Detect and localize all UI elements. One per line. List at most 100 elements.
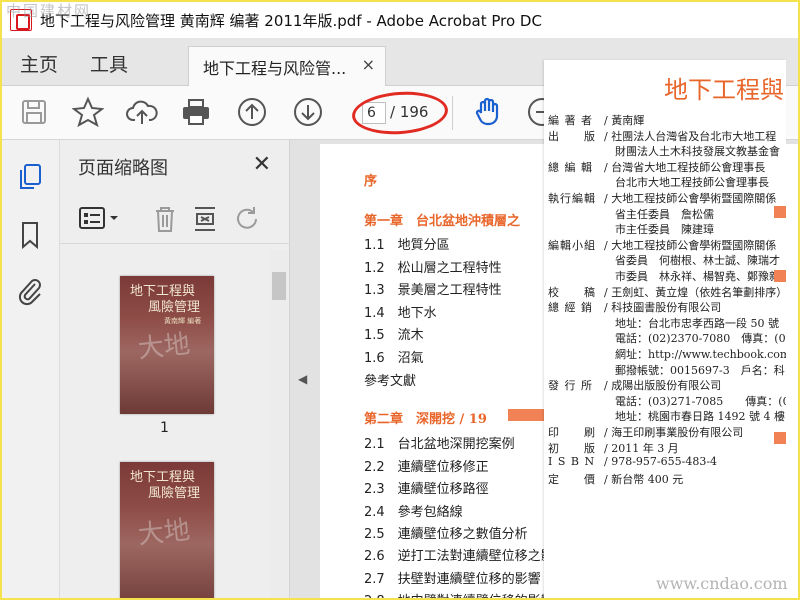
toc-preface: 序 bbox=[364, 174, 378, 189]
copyright-value: 郵撥帳號：0015697-3 戶名：科 bbox=[604, 363, 785, 377]
copyright-value: / 新台幣 400 元 bbox=[604, 472, 684, 486]
copyright-key: 編 著 者 bbox=[548, 114, 593, 127]
app-window: 地下工程与风险管理 黄南辉 编著 2011年版.pdf - Adobe Acro… bbox=[0, 0, 800, 600]
copyright-value: 台北市大地工程技師公會理事長 bbox=[604, 176, 769, 190]
edge-marker bbox=[774, 206, 786, 218]
nav-tools[interactable]: 工具 bbox=[90, 50, 128, 77]
copyright-row: 省主任委員 詹松儒 bbox=[548, 206, 714, 222]
toc-item: 1.5 流木 bbox=[364, 328, 424, 343]
thumbnail-options-icon[interactable] bbox=[78, 206, 122, 232]
copyright-value: / 社團法人台灣省及台北市大地工程 bbox=[604, 129, 777, 143]
hand-tool-icon[interactable] bbox=[472, 96, 504, 128]
copyright-value: 市主任委員 陳建璋 bbox=[604, 223, 714, 237]
copyright-row: 出 版 / 社團法人台灣省及台北市大地工程 bbox=[548, 128, 776, 144]
document-tab[interactable]: 地下工程与风险管... × bbox=[188, 46, 386, 86]
bookmarks-icon[interactable] bbox=[16, 220, 44, 250]
copyright-row: 電話：(02)2370-7080 傳真：(02) bbox=[548, 330, 786, 346]
acrobat-icon bbox=[10, 9, 32, 31]
copyright-value: 電話：(03)271-7085 傳真：(03) bbox=[604, 394, 786, 408]
copyright-row: 電話：(03)271-7085 傳真：(03) bbox=[548, 393, 786, 409]
title-bar: 地下工程与风险管理 黄南辉 编著 2011年版.pdf - Adobe Acro… bbox=[2, 2, 798, 38]
bookmark-star-icon[interactable] bbox=[72, 96, 104, 128]
copyright-row: 網址：http://www.techbook.com.tw bbox=[548, 346, 786, 362]
print-icon[interactable] bbox=[180, 96, 212, 128]
copyright-value: 省委員 何樹根、林士誠、陳瑞才 bbox=[604, 254, 780, 268]
copyright-value: 地址：桃園市春日路 1492 號 4 樓 bbox=[604, 410, 785, 424]
toc-chapter-1: 第一章 台北盆地沖積層之 bbox=[364, 214, 521, 229]
copyright-row: 總 經 銷 / 科技圖書股份有限公司 bbox=[548, 299, 721, 315]
copyright-value: / 大地工程技師公會學術暨國際關係 bbox=[604, 238, 777, 252]
cover-title: 地下工程與 風險管理 bbox=[130, 284, 201, 315]
thumbnail-scroll-thumb[interactable] bbox=[272, 272, 286, 300]
copyright-row: 發 行 所 / 成陽出版股份有限公司 bbox=[548, 377, 721, 393]
rotate-page-icon[interactable] bbox=[234, 204, 262, 234]
copyright-key: 初 版 bbox=[548, 441, 596, 455]
copyright-row: 編輯小組 / 大地工程技師公會學術暨國際關係 bbox=[548, 237, 776, 253]
toc-item: 1.2 松山層之工程特性 bbox=[364, 261, 502, 276]
copyright-row: 印 刷 / 海王印刷事業股份有限公司 bbox=[548, 424, 743, 440]
thumbnail-tools bbox=[60, 194, 290, 244]
copyright-row: 地址：桃園市春日路 1492 號 4 樓 bbox=[548, 408, 785, 424]
copyright-value: / 科技圖書股份有限公司 bbox=[604, 301, 722, 315]
copyright-row: 台北市大地工程技師公會理事長 bbox=[548, 174, 769, 190]
delete-page-icon[interactable] bbox=[152, 204, 178, 234]
cover-calligraphy: 大地 bbox=[136, 515, 192, 551]
copyright-value: / 大地工程技師公會學術暨國際關係 bbox=[604, 192, 777, 205]
previous-page-icon[interactable] bbox=[236, 96, 268, 128]
copyright-value: / 台灣省大地工程技師公會理事長 bbox=[604, 160, 766, 174]
copyright-value: 地址：台北市忠孝西路一段 50 號 bbox=[604, 316, 779, 330]
copyright-row: 校 稿 / 王劍虹、黃立煌（依姓名筆劃排序） bbox=[548, 284, 786, 300]
copyright-key: 總 經 銷 bbox=[548, 301, 593, 315]
collapse-panel-arrow-icon[interactable]: ◀ bbox=[298, 372, 307, 386]
toc-item: 參考文獻 bbox=[364, 374, 417, 389]
copyright-row: I S B N / 978-957-655-483-4 bbox=[548, 455, 717, 468]
copyright-key: 校 稿 bbox=[548, 285, 596, 299]
copyright-value: 財團法人土木科技發展文教基金會 bbox=[604, 145, 780, 159]
copyright-value: / 成陽出版股份有限公司 bbox=[604, 379, 722, 393]
page-thumbnail-2[interactable]: 地下工程與 風險管理 大地 bbox=[120, 462, 214, 598]
page-thumbnail-1[interactable]: 地下工程與 風險管理 黃南輝 編著 大地 bbox=[120, 276, 214, 414]
toc-item: 2.5 連續壁位移之數值分析 bbox=[364, 527, 528, 542]
copyright-row: 總 編 輯 / 台灣省大地工程技師公會理事長 bbox=[548, 159, 765, 175]
thumbnail-number-1: 1 bbox=[160, 420, 169, 436]
toc-item: 2.4 參考包絡線 bbox=[364, 505, 463, 520]
copyright-value: 電話：(02)2370-7080 傳真：(02) bbox=[604, 332, 786, 346]
extract-page-icon[interactable] bbox=[192, 204, 218, 234]
highlight-ellipse bbox=[350, 88, 450, 138]
toc-item: 1.1 地質分區 bbox=[364, 238, 450, 253]
toc-chapter-2: 第二章 深開挖 / 19 bbox=[364, 412, 487, 427]
copyright-key: I S B N bbox=[548, 455, 596, 469]
copyright-key: 執行編輯 bbox=[548, 192, 596, 205]
cover-title: 地下工程與 風險管理 bbox=[130, 470, 201, 501]
cloud-upload-icon[interactable] bbox=[126, 96, 158, 128]
chapter-bar bbox=[508, 409, 544, 421]
copyright-page: 地下工程與 編 著 者 / 黃南輝出 版 / 社團法人台灣省及台北市大地工程 財團法… bbox=[544, 60, 786, 598]
save-icon[interactable] bbox=[18, 96, 50, 128]
close-tab-icon[interactable]: × bbox=[362, 55, 375, 74]
toc-item: 2.7 扶壁對連續壁位移的影響 bbox=[364, 572, 541, 587]
copyright-row: 編 著 者 / 黃南輝 bbox=[548, 112, 644, 128]
page-thumbnails-icon[interactable] bbox=[16, 162, 44, 192]
next-page-icon[interactable] bbox=[292, 96, 324, 128]
cover-calligraphy: 大地 bbox=[136, 329, 192, 365]
copyright-key: 出 版 bbox=[548, 129, 596, 143]
copyright-key: 編輯小組 bbox=[548, 238, 596, 252]
copyright-row: 定 價 / 新台幣 400 元 bbox=[548, 471, 683, 487]
edge-marker bbox=[774, 270, 786, 282]
attachments-icon[interactable] bbox=[16, 276, 44, 306]
copyright-key: 印 刷 bbox=[548, 426, 596, 439]
copyright-row: 初 版 / 2011 年 3 月 bbox=[548, 440, 679, 456]
toc-item: 1.4 地下水 bbox=[364, 306, 437, 321]
nav-home[interactable]: 主页 bbox=[20, 50, 58, 77]
copyright-key: 總 編 輯 bbox=[548, 160, 593, 174]
toc-item: 2.2 連續壁位移修正 bbox=[364, 460, 489, 475]
toc-item: 1.3 景美層之工程特性 bbox=[364, 283, 502, 298]
document-tab-label: 地下工程与风险管... bbox=[203, 59, 347, 78]
copyright-key: 發 行 所 bbox=[548, 379, 593, 393]
copyright-row: 財團法人土木科技發展文教基金會 bbox=[548, 143, 780, 159]
thumbnail-scrollbar[interactable] bbox=[270, 250, 288, 598]
left-tool-rail bbox=[2, 140, 60, 598]
close-panel-icon[interactable]: ✕ bbox=[253, 152, 271, 177]
toc-item: 1.6 沼氣 bbox=[364, 351, 424, 366]
thumbnails-header: 页面缩略图 bbox=[78, 158, 168, 179]
